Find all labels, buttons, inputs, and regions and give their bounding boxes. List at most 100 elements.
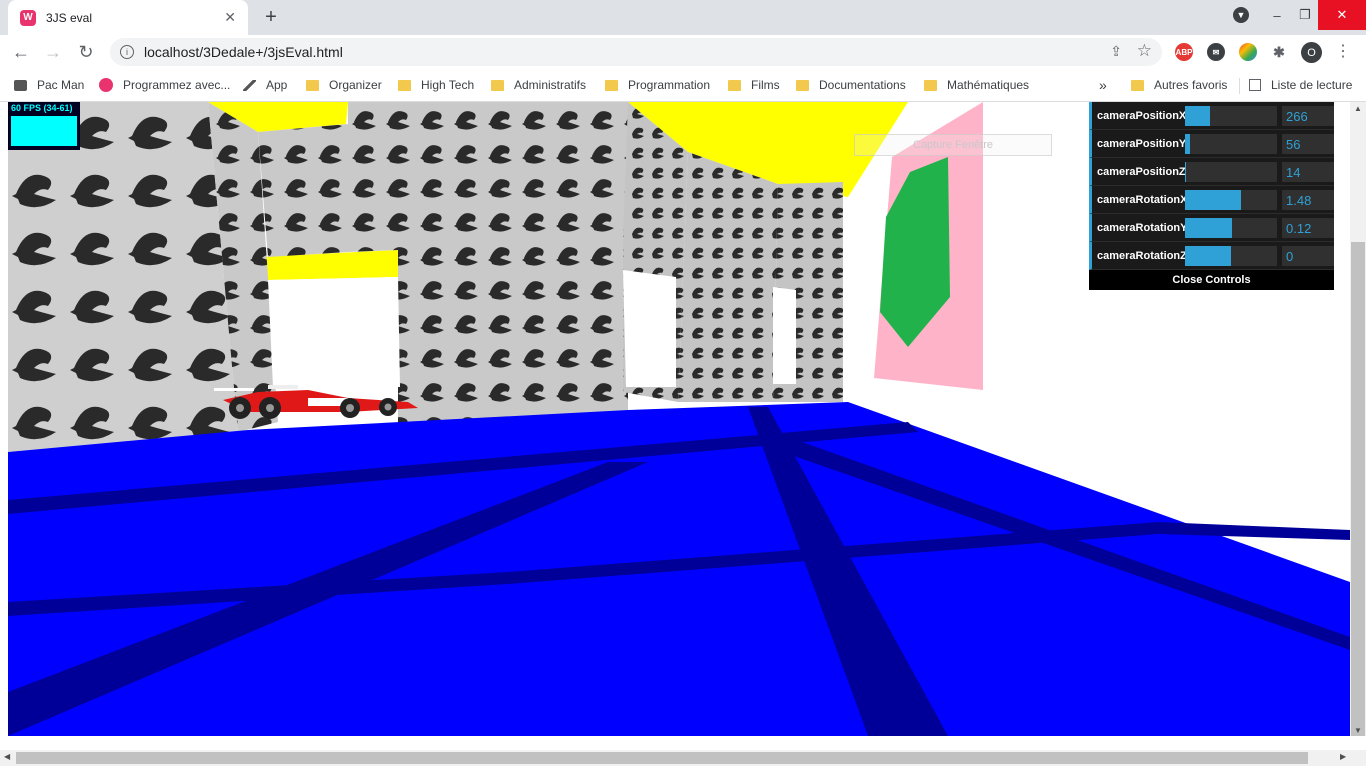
control-value-input[interactable]: 266: [1282, 106, 1334, 126]
bookmark-folder-programmation[interactable]: Programmation: [605, 76, 710, 94]
horizontal-scroll-thumb[interactable]: [16, 752, 1308, 764]
bookmark-app[interactable]: App: [243, 76, 287, 94]
openclassrooms-icon: W: [20, 9, 36, 26]
pacman-icon: [14, 79, 27, 91]
control-label: cameraPositionX: [1097, 110, 1187, 122]
reading-list-icon: [1249, 79, 1261, 91]
reload-button[interactable]: ↻: [73, 39, 99, 65]
control-slider[interactable]: [1185, 162, 1277, 182]
bookmark-folder-other[interactable]: Autres favoris: [1131, 76, 1227, 94]
capture-window-button[interactable]: Capture Fenêtre: [854, 134, 1052, 156]
folder-icon: [398, 79, 411, 91]
bookmarks-bar: Pac Man Programmez avec... App Organizer…: [0, 69, 1366, 102]
forward-button[interactable]: →: [40, 39, 66, 65]
control-row-cameraPositionZ: cameraPositionZ 14: [1089, 158, 1334, 186]
bookmark-folder-films[interactable]: Films: [728, 76, 780, 94]
control-slider[interactable]: [1185, 218, 1277, 238]
bookmark-folder-administratifs[interactable]: Administratifs: [491, 76, 586, 94]
bookmark-label: Organizer: [329, 78, 382, 92]
control-label: cameraRotationY: [1097, 222, 1188, 234]
reading-list-button[interactable]: Liste de lecture: [1249, 76, 1352, 94]
bookmark-folder-mathematiques[interactable]: Mathématiques: [924, 76, 1029, 94]
bookmarks-overflow-button[interactable]: »: [1099, 76, 1107, 94]
back-button[interactable]: ←: [8, 39, 34, 65]
bookmark-label: Films: [751, 78, 780, 92]
bookmark-label: Mathématiques: [947, 78, 1030, 92]
slider-fill: [1185, 218, 1232, 238]
bookmark-pacman[interactable]: Pac Man: [14, 76, 84, 94]
control-row-cameraPositionY: cameraPositionY 56: [1089, 130, 1334, 158]
control-value-input[interactable]: 1.48: [1282, 190, 1334, 210]
bookmark-folder-organizer[interactable]: Organizer: [306, 76, 382, 94]
scroll-down-icon[interactable]: ▼: [1354, 726, 1362, 735]
slider-fill: [1185, 190, 1242, 210]
info-icon[interactable]: i: [120, 45, 134, 59]
slider-fill: [1185, 106, 1210, 126]
tab-title: 3JS eval: [46, 10, 93, 25]
openclassrooms-icon: [99, 78, 113, 92]
puzzle-icon[interactable]: ✱: [1270, 43, 1288, 61]
reading-list-label: Liste de lecture: [1271, 78, 1353, 92]
color-extension-icon[interactable]: [1239, 43, 1257, 61]
menu-icon[interactable]: ⋮: [1335, 41, 1351, 63]
mail-extension-icon[interactable]: ✉: [1207, 43, 1225, 61]
control-slider[interactable]: [1185, 106, 1277, 126]
folder-icon: [924, 79, 937, 91]
pen-icon: [243, 79, 256, 91]
fps-stats-panel[interactable]: 60 FPS (34-61): [8, 102, 80, 150]
control-value-input[interactable]: 0.12: [1282, 218, 1334, 238]
tab-active[interactable]: W 3JS eval ✕: [8, 0, 248, 35]
chevron-down-icon: ▼: [1233, 7, 1249, 23]
divider: [1239, 78, 1240, 94]
control-row-cameraRotationY: cameraRotationY 0.12: [1089, 214, 1334, 242]
close-controls-button[interactable]: Close Controls: [1089, 270, 1334, 290]
scroll-left-icon[interactable]: ◀: [4, 752, 10, 761]
slider-fill: [1185, 162, 1186, 182]
minimize-button[interactable]: –: [1262, 0, 1292, 30]
fps-graph: [11, 116, 77, 146]
scroll-right-icon[interactable]: ▶: [1340, 752, 1346, 761]
tab-close-icon[interactable]: ✕: [224, 9, 236, 26]
close-window-button[interactable]: ✕: [1318, 0, 1366, 30]
fps-readout: 60 FPS (34-61): [11, 103, 73, 113]
share-icon[interactable]: ⇪: [1110, 43, 1122, 60]
bookmark-star-icon[interactable]: ☆: [1137, 41, 1152, 61]
new-tab-button[interactable]: +: [258, 4, 284, 30]
address-bar[interactable]: i localhost/3Dedale+/3jsEval.html ⇪ ☆: [110, 38, 1162, 66]
control-value-input[interactable]: 56: [1282, 134, 1334, 154]
control-row-cameraRotationZ: cameraRotationZ 0: [1089, 242, 1334, 270]
control-value-input[interactable]: 0: [1282, 246, 1334, 266]
adblock-icon[interactable]: ABP: [1175, 43, 1193, 61]
folder-icon: [491, 79, 504, 91]
vertical-scrollbar[interactable]: ▲ ▼: [1350, 102, 1366, 736]
webgl-canvas[interactable]: 60 FPS (34-61) Capture Fenêtre cameraPos…: [8, 102, 1350, 736]
tab-search-button[interactable]: ▼: [1230, 0, 1252, 30]
bookmark-folder-documentations[interactable]: Documentations: [796, 76, 906, 94]
bookmark-label: Pac Man: [37, 78, 85, 92]
scroll-up-icon[interactable]: ▲: [1354, 104, 1362, 113]
slider-fill: [1185, 134, 1190, 154]
url-text: localhost/3Dedale+/3jsEval.html: [144, 44, 343, 60]
control-slider[interactable]: [1185, 246, 1277, 266]
control-slider[interactable]: [1185, 134, 1277, 154]
horizontal-scrollbar[interactable]: ◀ ▶: [0, 750, 1366, 766]
control-row-cameraPositionX: cameraPositionX 266: [1089, 102, 1334, 130]
control-value-input[interactable]: 14: [1282, 162, 1334, 182]
slider-fill: [1185, 246, 1231, 266]
tab-strip: W 3JS eval ✕ + ▼ – ❐ ✕: [0, 0, 1366, 35]
vertical-scroll-thumb[interactable]: [1351, 242, 1365, 736]
avatar[interactable]: O: [1301, 42, 1322, 63]
maximize-button[interactable]: ❐: [1290, 0, 1320, 30]
bookmark-folder-hightech[interactable]: High Tech: [398, 76, 474, 94]
folder-icon: [605, 79, 618, 91]
arrow-left-icon: ←: [12, 41, 30, 62]
control-slider[interactable]: [1185, 190, 1277, 210]
bookmark-label: Administratifs: [514, 78, 587, 92]
arrow-right-icon: →: [44, 41, 62, 62]
bookmark-label: App: [266, 78, 288, 92]
bookmark-label: High Tech: [421, 78, 475, 92]
reload-icon: ↻: [78, 41, 94, 62]
bookmark-label: Documentations: [819, 78, 906, 92]
folder-icon: [796, 79, 809, 91]
bookmark-openclassrooms[interactable]: Programmez avec...: [99, 76, 230, 94]
